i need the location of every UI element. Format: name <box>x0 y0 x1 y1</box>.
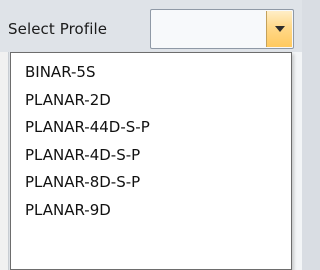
profile-dropdown-list[interactable]: BINAR-5S PLANAR-2D PLANAR-44D-S-P PLANAR… <box>10 52 292 270</box>
dropdown-toggle-button[interactable] <box>266 11 292 47</box>
select-profile-label: Select Profile <box>8 20 108 38</box>
dropdown-option-planar-8d-s-p[interactable]: PLANAR-8D-S-P <box>11 169 291 197</box>
dropdown-option-binar-5s[interactable]: BINAR-5S <box>11 59 291 87</box>
dropdown-options: BINAR-5S PLANAR-2D PLANAR-44D-S-P PLANAR… <box>11 53 291 224</box>
dropdown-option-planar-44d-s-p[interactable]: PLANAR-44D-S-P <box>11 114 291 142</box>
chevron-down-icon <box>275 26 285 32</box>
dropdown-option-planar-4d-s-p[interactable]: PLANAR-4D-S-P <box>11 142 291 170</box>
dropdown-option-planar-9d[interactable]: PLANAR-9D <box>11 197 291 225</box>
left-background-strip <box>0 52 9 270</box>
form-panel: Select Profile BINAR-5S PLANAR-2D PLANAR… <box>0 0 302 270</box>
profile-combobox[interactable] <box>150 9 294 49</box>
dropdown-option-planar-2d[interactable]: PLANAR-2D <box>11 87 291 115</box>
